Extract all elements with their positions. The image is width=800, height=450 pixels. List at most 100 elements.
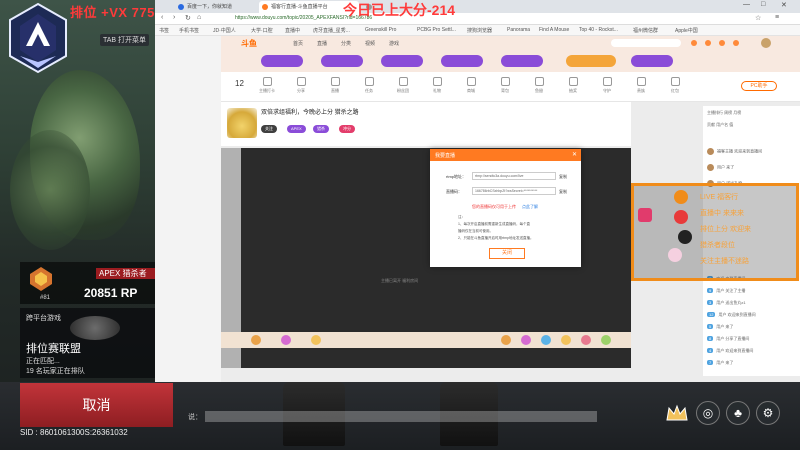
bookmark-item[interactable]: Find A Mouse [539, 27, 569, 33]
bookmark-item[interactable]: 福州微信群 [633, 27, 658, 34]
bookmark-item[interactable]: 直播中 [285, 27, 300, 34]
star-icon[interactable]: ☆ [755, 14, 761, 22]
rank-emblem-icon [30, 267, 52, 291]
tab-favicon-icon [262, 4, 268, 10]
stream-key-field[interactable]: 166786rbCSxhbpZt?wsSecret=********** [472, 187, 556, 195]
tool-icon [262, 77, 272, 86]
follow-button[interactable]: 关注 [261, 125, 277, 133]
level-badge: 7 [707, 360, 714, 365]
note-line: 播码仅在当前可使用。 [458, 229, 493, 233]
nav-video[interactable]: 视频 [365, 40, 375, 47]
bookmark-item[interactable]: 大学·口腔 [251, 27, 273, 34]
history-icon[interactable] [691, 40, 697, 46]
bookmark-item[interactable]: PCBG Pro Settl... [417, 27, 456, 33]
bookmark-item[interactable]: JD·中国人 [213, 27, 236, 34]
gift-icon[interactable] [311, 335, 321, 345]
tool-item[interactable]: 贵族 [625, 77, 657, 94]
reload-icon[interactable]: ↻ [185, 14, 191, 22]
copy-key-button[interactable]: 复制 [559, 189, 567, 195]
message-icon[interactable] [719, 40, 725, 46]
nav-category[interactable]: 分类 [341, 40, 351, 47]
nav-live[interactable]: 直播 [317, 40, 327, 47]
maximize-button[interactable]: □ [761, 1, 765, 8]
tool-item[interactable]: 红包 [659, 77, 691, 94]
gift-icon[interactable] [541, 335, 551, 345]
copy-rtmp-button[interactable]: 复制 [559, 174, 567, 180]
score-overlay: 今日已上大分-214 [343, 2, 456, 18]
user-avatar[interactable] [761, 38, 771, 48]
room-title: 双倍求组福利，今晚必上分 猎杀之路 [261, 110, 359, 116]
bookmark-item[interactable]: Greenskill Pro [365, 27, 396, 33]
back-icon[interactable]: ‹ [161, 14, 163, 21]
promo-pill[interactable] [566, 55, 616, 67]
site-search-input[interactable] [611, 39, 681, 47]
nav-home[interactable]: 首页 [293, 40, 303, 47]
tab-bar: 百度一下，你就知道 福客行直播-斗鱼直播平台 — □ ✕ [155, 0, 800, 13]
party-icon[interactable]: ♣ [726, 401, 750, 425]
level-badge: 5 [707, 324, 714, 329]
tool-item[interactable]: 主播打卡 [251, 77, 283, 94]
tool-item[interactable]: 任务 [353, 77, 385, 94]
gift-icon[interactable] [601, 335, 611, 345]
rank-card: #81 APEX 猎杀者 20851 RP [20, 262, 176, 304]
tool-item[interactable]: 鱼翅 [523, 77, 555, 94]
promo-pill[interactable] [321, 55, 363, 67]
gift-icon[interactable] [521, 335, 531, 345]
download-icon[interactable] [705, 40, 711, 46]
task-icon[interactable] [733, 40, 739, 46]
tool-item[interactable]: 商城 [455, 77, 487, 94]
room-tag[interactable]: 猎杀 [313, 125, 329, 133]
tool-item[interactable]: 抽奖 [557, 77, 589, 94]
cancel-matchmaking-button[interactable]: 取消 [20, 383, 173, 427]
pc-assistant-button[interactable]: PC助手 [741, 81, 777, 91]
minimize-button[interactable]: — [743, 1, 750, 8]
tool-item[interactable]: 礼物 [421, 77, 453, 94]
notify-line: 排位上分 欢迎来 [700, 226, 751, 233]
home-icon[interactable]: ⌂ [197, 14, 201, 21]
settings-gear-icon[interactable]: ⚙ [756, 401, 780, 425]
bookmark-item[interactable]: Apple中国 [675, 27, 698, 34]
close-icon[interactable]: ✕ [572, 151, 577, 158]
room-tag[interactable]: APEX [287, 125, 306, 133]
rtmp-field[interactable]: rtmp://sendtc3a.douyu.com/live [472, 172, 556, 180]
gift-icon[interactable] [561, 335, 571, 345]
bookmark-item[interactable]: Panorama [507, 27, 530, 33]
gift-icon[interactable] [281, 335, 291, 345]
tool-item[interactable]: 守护 [591, 77, 623, 94]
chat-row: 福客主播 欢迎来到直播间 [707, 148, 800, 158]
bookmark-item[interactable]: 搜狗浏览器 [467, 27, 492, 34]
party-status: 正在匹配... [26, 358, 60, 365]
bookmark-item[interactable]: 书签 [159, 27, 169, 34]
tool-item[interactable]: 背包 [489, 77, 521, 94]
tool-item[interactable]: 粉丝团 [387, 77, 419, 94]
site-logo[interactable]: 斗鱼 [241, 38, 257, 49]
note-line: 注： [458, 215, 465, 219]
game-chat-input[interactable] [205, 411, 597, 422]
room-tag[interactable]: 冲分 [339, 125, 355, 133]
close-button[interactable]: ✕ [781, 1, 787, 9]
crown-icon[interactable] [665, 404, 689, 422]
gift-icon[interactable] [251, 335, 261, 345]
promo-pill[interactable] [441, 55, 483, 67]
chat-label: 说： [188, 414, 202, 421]
forward-icon[interactable]: › [173, 14, 175, 21]
promo-pill[interactable] [631, 55, 673, 67]
promo-pill[interactable] [381, 55, 423, 67]
gift-icon[interactable] [501, 335, 511, 345]
modal-close-button[interactable]: 关闭 [489, 248, 525, 259]
tool-item[interactable]: 分享 [285, 77, 317, 94]
globe-icon[interactable]: ◎ [696, 401, 720, 425]
learn-more-link[interactable]: 点此了解 [522, 204, 538, 210]
tool-item[interactable]: 直播 [319, 77, 351, 94]
tool-icon [500, 77, 510, 86]
bookmark-item[interactable]: Top 40 - Rockst... [579, 27, 618, 33]
screen: TAB 打开菜单 #81 APEX 猎杀者 20851 RP 跨平台游戏 排位赛… [0, 0, 800, 450]
promo-pill[interactable] [501, 55, 543, 67]
nav-game[interactable]: 游戏 [389, 40, 399, 47]
bookmark-item[interactable]: 虎牙直播_星秀... [313, 27, 350, 34]
browser-tab-1[interactable]: 百度一下，你就知道 [175, 1, 255, 13]
promo-pill[interactable] [261, 55, 303, 67]
gift-icon[interactable] [581, 335, 591, 345]
menu-icon[interactable]: ≡ [775, 14, 779, 21]
bookmark-item[interactable]: 手机书签 [179, 27, 199, 34]
